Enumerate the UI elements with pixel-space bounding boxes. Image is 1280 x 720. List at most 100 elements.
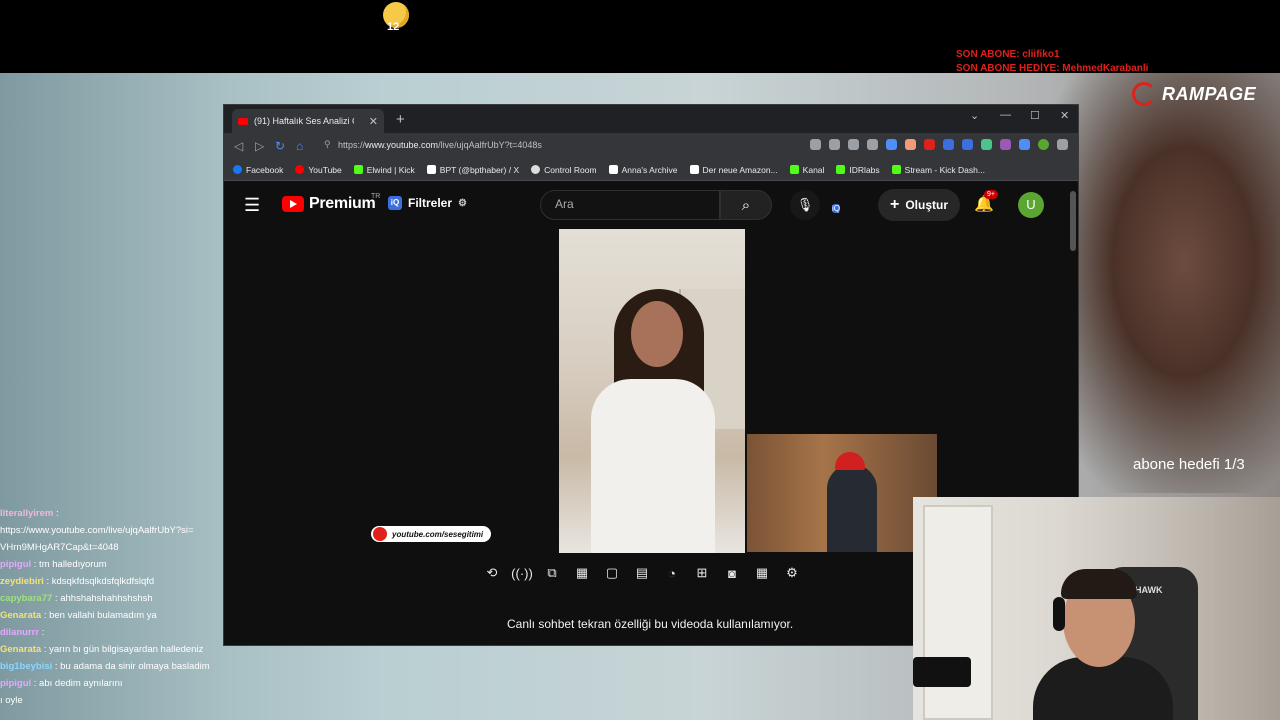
add-screen-icon[interactable]: ⊞ (692, 563, 712, 583)
tab-title: (91) Haftalık Ses Analizi Can (254, 116, 354, 126)
clapper-icon[interactable]: ▦ (572, 563, 592, 583)
browser-toolbar: ◁ ▷ ↻ ⌂ ⚲ https://www.youtube.com/live/u… (224, 133, 1078, 159)
speed-view-icon[interactable]: ⧉ (542, 563, 562, 583)
url-domain: www.youtube.com (365, 140, 439, 150)
subscriber-info: SON ABONE: cliifiko1 SON ABONE HEDİYE: M… (956, 48, 1148, 76)
new-tab-button[interactable]: + (396, 111, 405, 128)
streamer-webcam: HAWK (913, 497, 1280, 720)
bookmark-youtube[interactable]: YouTube (295, 165, 342, 175)
extension-red-icon[interactable] (924, 139, 935, 150)
chat-message: pipigul : abı dedim aynılarını (0, 678, 123, 689)
chat-message: Genarata : ben vallahi bulamadım ya (0, 610, 157, 621)
chat-message: literallyirem : (0, 508, 59, 519)
filters-label: Filtreler (408, 196, 453, 210)
chat-disabled-message: Canlı sohbet tekran özelliği bu videoda … (507, 617, 794, 631)
search-icon: ⌕ (741, 196, 751, 214)
voice-search-button[interactable]: 🎙 (790, 190, 820, 220)
x-icon (426, 165, 436, 174)
bookmark-star-icon[interactable] (867, 139, 878, 150)
create-label: Oluştur (905, 198, 949, 212)
brand-text: RAMPAGE (1162, 83, 1257, 104)
tab-search-icon[interactable]: ⌄ (970, 109, 979, 122)
bookmark-amazon[interactable]: Der neue Amazon... (689, 165, 778, 175)
account-avatar[interactable]: U (1018, 192, 1044, 218)
notification-badge: 9+ (984, 190, 998, 199)
youtube-icon (295, 165, 305, 174)
page-scrollbar[interactable] (1070, 191, 1076, 251)
filters-button[interactable]: iQ Filtreler ⚙ (388, 196, 467, 210)
bookmark-control-room[interactable]: Control Room (531, 165, 597, 175)
extension-puzzle-icon[interactable] (962, 139, 973, 150)
extension-purple-icon[interactable] (1000, 139, 1011, 150)
keyboard-icon[interactable]: ▦ (752, 563, 772, 583)
audio-wave-icon[interactable]: ((·)) (511, 563, 533, 583)
youtube-logo[interactable]: Premium (282, 195, 376, 213)
picture-in-picture-video (747, 434, 937, 552)
bookmark-annas-archive[interactable]: Anna's Archive (608, 165, 678, 175)
bookmark-bpt-x[interactable]: BPT (@bpthaber) / X (426, 165, 519, 175)
close-window-button[interactable]: ✕ (1060, 109, 1069, 122)
install-icon[interactable] (810, 139, 821, 150)
microphone-arm (913, 657, 971, 687)
search-box (540, 190, 720, 220)
youtube-header: ☰ Premium TR iQ Filtreler ⚙ ⌕ 🎙 iQ + Olu… (224, 181, 1078, 229)
camera-icon[interactable]: ◙ (722, 563, 742, 583)
video-extension-controls: ⟲ ((·)) ⧉ ▦ ▢ ▤ ◔ ⊞ ◙ ▦ ⚙ (482, 563, 802, 583)
kick-icon (891, 165, 901, 174)
extension-audio-icon[interactable] (886, 139, 897, 150)
loop-icon[interactable]: ⟲ (482, 563, 502, 583)
site-info-icon[interactable]: ⚲ (324, 139, 331, 150)
menu-kebab-icon[interactable] (1057, 139, 1068, 150)
video-player[interactable] (559, 229, 745, 553)
url-path: /live/ujqAalfrUbY?t=4048s (438, 140, 542, 150)
bookmark-kick-dashboard[interactable]: Stream - Kick Dash... (891, 165, 985, 175)
chat-message: capybara77 : ahhshahshahhshshsh (0, 593, 153, 604)
crop-icon[interactable]: ▢ (602, 563, 622, 583)
chat-message: zeydiebiri : kdsqkfdsqlkdsfqlkdfslqfd (0, 576, 155, 587)
extension-green-icon[interactable] (981, 139, 992, 150)
chat-message: pipigul : tm halledıyorum (0, 559, 107, 570)
address-bar[interactable]: https://www.youtube.com/live/ujqAalfrUbY… (338, 140, 542, 150)
reload-icon[interactable]: ↻ (275, 139, 285, 153)
close-tab-icon[interactable]: ✕ (369, 115, 378, 128)
chat-message: Genarata : yarın bı gün bilgisayardan ha… (0, 644, 204, 655)
minimize-button[interactable]: — (1000, 109, 1011, 121)
extension-blue-icon[interactable] (943, 139, 954, 150)
bookmark-idrlabs[interactable]: IDRlabs (836, 165, 880, 175)
pianist-cap (835, 452, 865, 470)
plus-icon: + (890, 196, 900, 213)
extension-icons (810, 139, 1068, 150)
create-button[interactable]: + Oluştur (878, 189, 961, 221)
hamburger-menu-icon[interactable]: ☰ (244, 195, 260, 216)
zoom-icon[interactable] (829, 139, 840, 150)
chat-message: ı oyle (0, 695, 23, 706)
browser-tab[interactable]: (91) Haftalık Ses Analizi Can ✕ (232, 109, 384, 133)
speedometer-icon[interactable]: ◔ (662, 563, 682, 583)
sliders-icon: ⚙ (458, 197, 467, 209)
extension-orange-icon[interactable] (905, 139, 916, 150)
watermark-text: youtube.com/sesegitimi (392, 529, 484, 539)
emoji-count: 12 (387, 21, 400, 33)
region-code: TR (371, 193, 381, 200)
search-input[interactable] (541, 191, 719, 217)
bookmarks-bar: Facebook YouTube Elwind | Kick BPT (@bpt… (224, 159, 1078, 181)
frame-icon[interactable]: ▤ (632, 563, 652, 583)
search-button[interactable]: ⌕ (720, 190, 772, 220)
forward-icon[interactable]: ▷ (255, 139, 264, 153)
share-icon[interactable] (848, 139, 859, 150)
sidebar-icon[interactable] (1019, 139, 1030, 150)
bookmark-elwind-kick[interactable]: Elwind | Kick (353, 165, 415, 175)
headset-icon (1053, 597, 1065, 631)
back-icon[interactable]: ◁ (234, 139, 243, 153)
video-watermark: youtube.com/sesegitimi (371, 526, 492, 542)
profile-icon[interactable] (1038, 139, 1049, 150)
home-icon[interactable]: ⌂ (296, 139, 303, 153)
settings-gear-icon[interactable]: ⚙ (782, 563, 802, 583)
amazon-icon (689, 165, 699, 174)
bookmark-facebook[interactable]: Facebook (233, 165, 283, 175)
bookmark-kanal[interactable]: Kanal (789, 165, 824, 175)
last-subscriber: SON ABONE: cliifiko1 (956, 49, 1060, 60)
iq-icon: iQ (832, 204, 840, 213)
iq-extension-button[interactable]: iQ (832, 198, 840, 216)
maximize-button[interactable]: ☐ (1030, 109, 1040, 122)
